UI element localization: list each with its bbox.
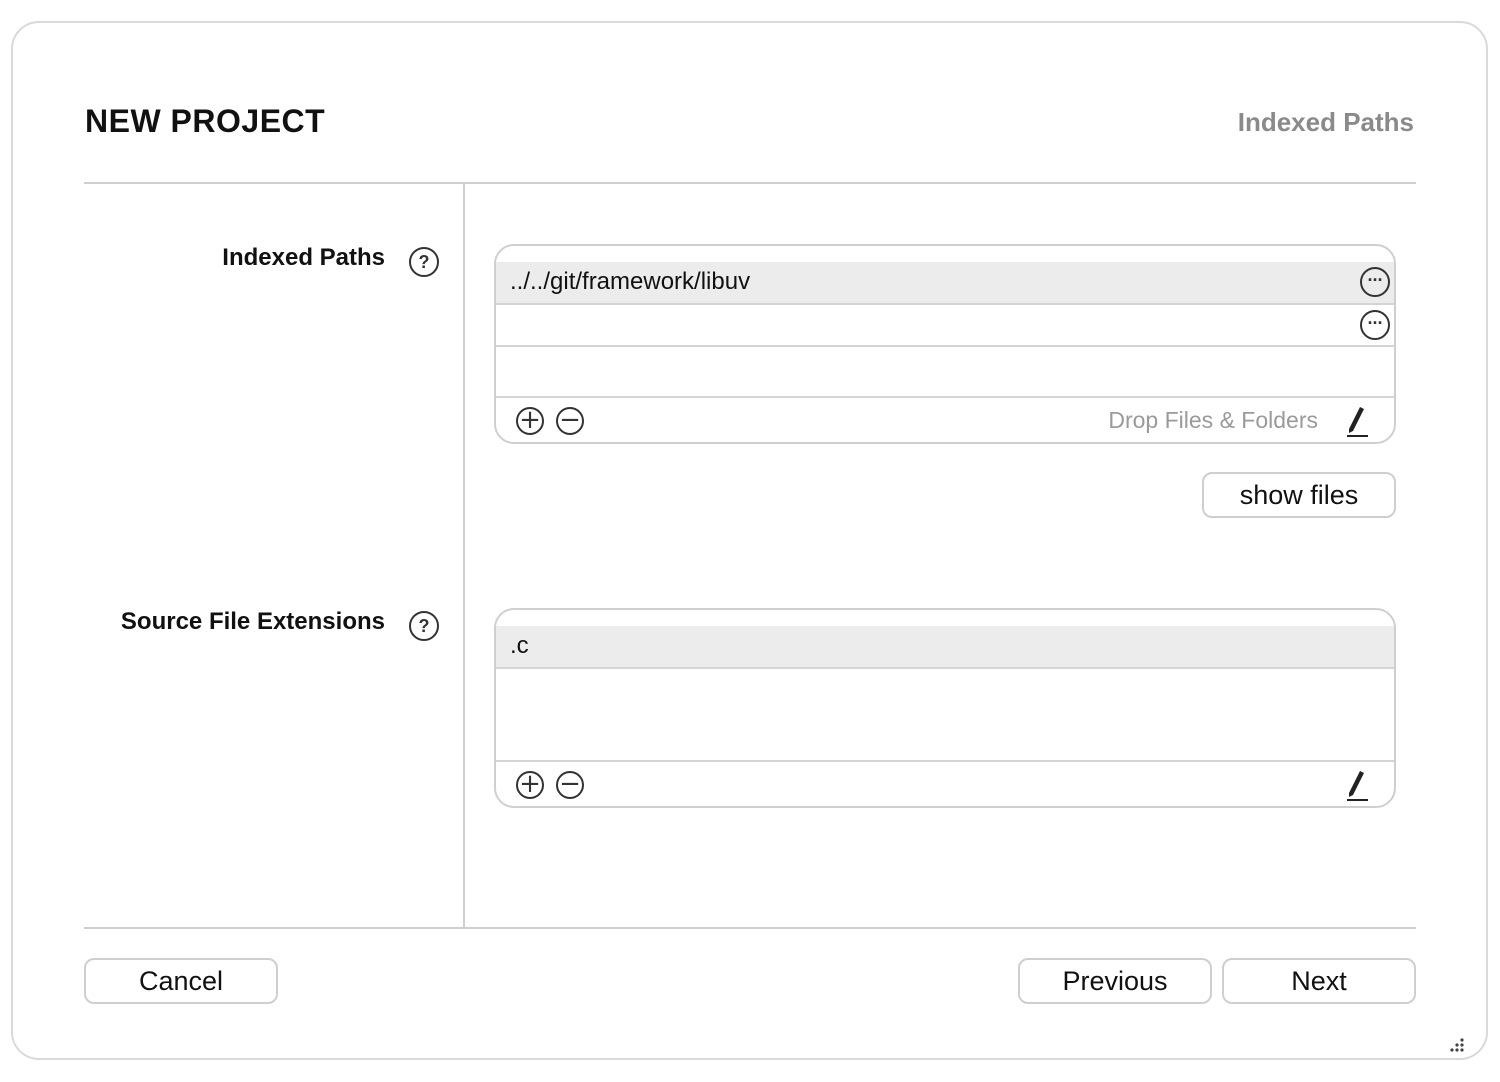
indexed-paths-label: Indexed Paths — [222, 244, 385, 271]
next-button[interactable]: Next — [1222, 958, 1416, 1004]
resize-grip-icon[interactable] — [1446, 1036, 1466, 1056]
step-indicator: Indexed Paths — [1237, 107, 1414, 137]
list-item[interactable]: ../../git/framework/libuv ··· — [496, 262, 1394, 305]
source-file-extensions-label: Source File Extensions — [120, 608, 385, 635]
add-circle-icon[interactable]: + — [516, 771, 544, 799]
cancel-button[interactable]: Cancel — [84, 958, 278, 1004]
previous-button[interactable]: Previous — [1018, 958, 1212, 1004]
extension-value: .c — [510, 632, 529, 659]
ellipsis-circle-icon[interactable]: ··· — [1360, 310, 1390, 340]
new-project-dialog — [11, 21, 1488, 1060]
remove-circle-icon[interactable]: − — [556, 771, 584, 799]
pencil-icon[interactable] — [1342, 404, 1370, 438]
list-item[interactable]: .c — [496, 626, 1394, 669]
indexed-paths-list-toolbar: + − Drop Files & Folders — [496, 396, 1394, 442]
show-files-button[interactable]: show files — [1202, 472, 1396, 518]
drop-files-hint: Drop Files & Folders — [1108, 407, 1318, 433]
question-mark-circle-icon[interactable]: ? — [409, 611, 439, 641]
ellipsis-circle-icon[interactable]: ··· — [1360, 267, 1390, 297]
pencil-icon[interactable] — [1342, 768, 1370, 802]
label-column-divider — [463, 184, 465, 928]
add-circle-icon[interactable]: + — [516, 407, 544, 435]
path-value: ../../git/framework/libuv — [510, 268, 751, 295]
dialog-title: NEW PROJECT — [85, 103, 326, 139]
source-extensions-list[interactable]: .c + − — [494, 608, 1396, 808]
list-item[interactable]: ··· — [496, 305, 1394, 347]
remove-circle-icon[interactable]: − — [556, 407, 584, 435]
footer-divider — [84, 927, 1416, 929]
indexed-paths-list[interactable]: ../../git/framework/libuv ··· ··· + − Dr… — [494, 244, 1396, 444]
question-mark-circle-icon[interactable]: ? — [409, 247, 439, 277]
header-divider — [84, 182, 1416, 184]
source-extensions-list-toolbar: + − — [496, 760, 1394, 806]
